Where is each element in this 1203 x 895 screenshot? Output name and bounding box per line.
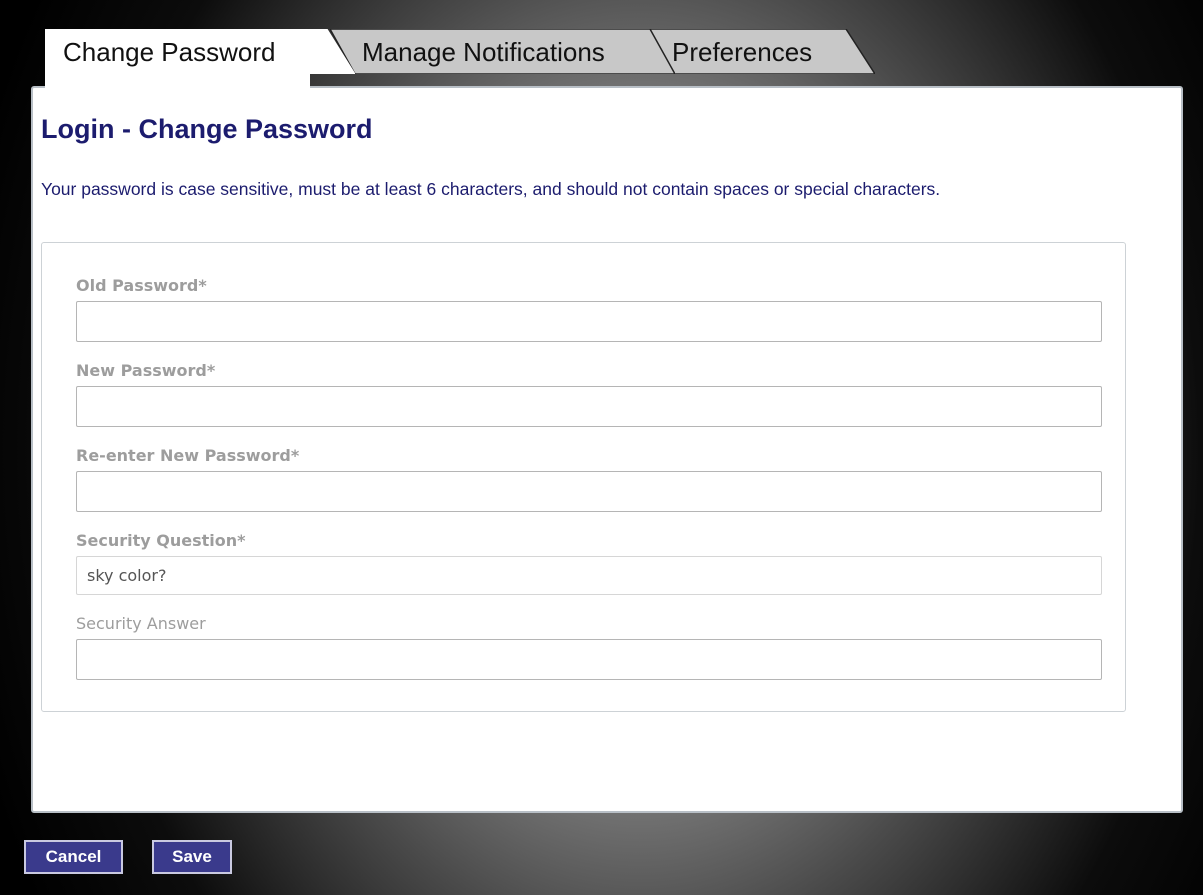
new-password-label: New Password* [76,361,216,380]
tab-manage-notifications[interactable]: Manage Notifications [330,29,675,74]
reenter-password-label: Re-enter New Password* [76,446,300,465]
password-instructions: Your password is case sensitive, must be… [41,179,941,199]
active-tab-connector [45,72,310,90]
tab-change-password[interactable]: Change Password [45,29,355,74]
old-password-label: Old Password* [76,276,207,295]
reenter-password-input[interactable] [76,471,1102,512]
new-password-input[interactable] [76,386,1102,427]
old-password-input[interactable] [76,301,1102,342]
cancel-button[interactable]: Cancel [24,840,123,874]
tab-label: Manage Notifications [362,37,605,67]
change-password-form: Old Password* New Password* Re-enter New… [41,242,1126,712]
security-question-label: Security Question* [76,531,246,550]
tab-label: Preferences [672,37,813,67]
security-answer-input[interactable] [76,639,1102,680]
page-title: Login - Change Password [41,114,373,144]
security-question-input[interactable] [76,556,1102,595]
tab-label: Change Password [63,37,276,67]
tab-preferences[interactable]: Preferences [650,29,875,74]
save-button[interactable]: Save [152,840,232,874]
tab-bar: Preferences Manage Notifications Change … [45,29,905,74]
security-answer-label: Security Answer [76,614,206,633]
content-panel: Login - Change Password Your password is… [31,86,1183,813]
